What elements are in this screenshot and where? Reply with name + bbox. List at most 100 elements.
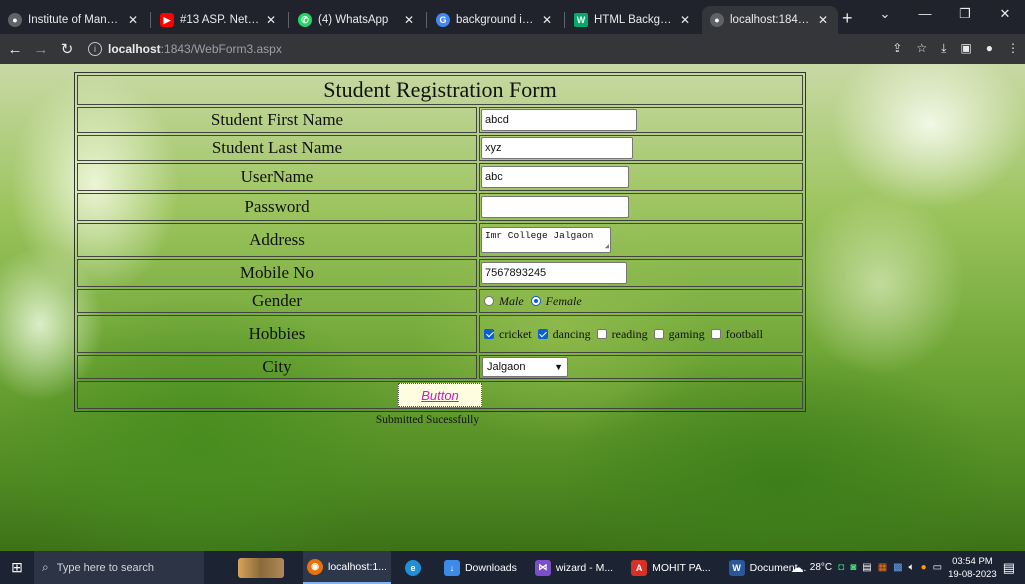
tray-app-icon[interactable]: ● xyxy=(921,562,927,573)
globe-icon: ● xyxy=(710,13,724,27)
hobbies-row: Hobbies cricket dancing reading gaming f… xyxy=(77,315,803,353)
browser-tab[interactable]: ▶ #13 ASP. Net AdRotat ✕ xyxy=(152,6,286,34)
chevron-down-icon: ▼ xyxy=(554,362,563,372)
address-textarea[interactable]: Imr College Jalgaon ◢ xyxy=(481,227,611,253)
password-label: Password xyxy=(77,193,477,221)
taskbar-item-downloads[interactable]: ↓ Downloads xyxy=(440,551,521,584)
last-name-input[interactable]: xyz xyxy=(481,137,633,159)
first-name-label: Student First Name xyxy=(77,107,477,133)
back-arrow-icon[interactable]: ← xyxy=(4,41,26,58)
browser-tab[interactable]: ✆ (4) WhatsApp ✕ xyxy=(290,6,424,34)
windows-start-icon[interactable]: ⊞ xyxy=(0,559,34,576)
gender-row: Gender Male Female xyxy=(77,289,803,313)
system-tray: ☁ 28°C ◘ ◙ ▤ ▦ ▩ 🔈︎ ● ▭ 03:54 PM 19-08-2… xyxy=(791,551,1015,584)
weather-temperature[interactable]: 28°C xyxy=(810,562,832,573)
gender-male-label[interactable]: Male xyxy=(499,294,524,309)
sidepanel-icon[interactable]: ▣ xyxy=(960,41,971,56)
tray-app-icon[interactable]: ◘ xyxy=(838,562,844,573)
taskbar-widget-image[interactable] xyxy=(234,551,293,584)
username-label: UserName xyxy=(77,163,477,191)
forward-arrow-icon[interactable]: → xyxy=(30,41,52,58)
resize-grip-icon[interactable]: ◢ xyxy=(605,244,609,251)
close-icon[interactable]: ✕ xyxy=(264,13,278,27)
window-controls: ⌄ — ❐ ✕ xyxy=(865,6,1025,22)
volume-icon[interactable]: 🔈︎ xyxy=(909,562,915,573)
tray-app-icon[interactable]: ◙ xyxy=(850,562,856,573)
gaming-label[interactable]: gaming xyxy=(669,327,705,342)
mobile-input[interactable]: 7567893245 xyxy=(481,262,627,284)
dancing-label[interactable]: dancing xyxy=(553,327,591,342)
address-row: Address Imr College Jalgaon ◢ xyxy=(77,223,803,257)
username-row: UserName abc xyxy=(77,163,803,191)
windows-taskbar: ⊞ ⌕ Type here to search ◉ localhost:1...… xyxy=(0,551,1025,584)
first-name-input[interactable]: abcd xyxy=(481,109,637,131)
taskbar-item-label: localhost:1... xyxy=(328,560,387,573)
hobbies-checkbox-group: cricket dancing reading gaming football xyxy=(484,327,763,342)
taskbar-search[interactable]: ⌕ Type here to search xyxy=(34,551,204,584)
tray-app-icon[interactable]: ▤ xyxy=(862,562,871,573)
taskbar-item-edge[interactable]: e xyxy=(401,551,430,584)
gender-female-label[interactable]: Female xyxy=(546,294,582,309)
first-name-row: Student First Name abcd xyxy=(77,107,803,133)
menu-icon[interactable]: ⋮ xyxy=(1007,41,1019,56)
form-title-row: Student Registration Form xyxy=(77,75,803,105)
news-widget-icon xyxy=(238,557,284,578)
browser-tab[interactable]: ● Institute of Manageme ✕ xyxy=(0,6,148,34)
chevron-down-icon[interactable]: ⌄ xyxy=(865,6,905,22)
minimize-button[interactable]: — xyxy=(905,6,945,22)
visual-studio-icon: ⋈ xyxy=(534,559,551,576)
hobbies-label: Hobbies xyxy=(77,315,477,353)
close-icon[interactable]: ✕ xyxy=(402,13,416,27)
gender-male-radio[interactable] xyxy=(484,296,494,306)
window-close-button[interactable]: ✕ xyxy=(985,6,1025,22)
taskbar-item-visual-studio[interactable]: ⋈ wizard - M... xyxy=(531,551,617,584)
cricket-checkbox[interactable] xyxy=(484,329,494,339)
taskbar-clock[interactable]: 03:54 PM 19-08-2023 xyxy=(948,555,997,581)
registration-form-table: Student Registration Form Student First … xyxy=(74,72,806,412)
password-input[interactable] xyxy=(481,196,629,218)
clock-date: 19-08-2023 xyxy=(948,568,997,580)
notification-icon[interactable]: ▤ xyxy=(1003,560,1015,576)
dancing-checkbox[interactable] xyxy=(537,329,548,339)
gender-female-radio[interactable] xyxy=(530,296,541,306)
info-icon[interactable]: i xyxy=(88,42,102,56)
download-icon[interactable]: ⤓ xyxy=(941,41,946,56)
weather-cloud-icon[interactable]: ☁ xyxy=(791,560,804,576)
tray-app-icon[interactable]: ▦ xyxy=(878,562,887,573)
address-bar[interactable]: i localhost :1843/WebForm3.aspx xyxy=(88,39,868,59)
button-row: Button xyxy=(77,381,803,409)
restore-button[interactable]: ❐ xyxy=(945,6,985,22)
taskbar-item-chrome[interactable]: ◉ localhost:1... xyxy=(303,551,391,584)
close-icon[interactable]: ✕ xyxy=(678,13,692,27)
football-checkbox[interactable] xyxy=(710,329,721,339)
password-row: Password xyxy=(77,193,803,221)
reading-label[interactable]: reading xyxy=(612,327,648,342)
browser-tab-strip: ● Institute of Manageme ✕ ▶ #13 ASP. Net… xyxy=(0,0,1025,34)
city-select[interactable]: Jalgaon ▼ xyxy=(482,357,568,377)
network-icon[interactable]: ▭ xyxy=(933,562,942,573)
close-icon[interactable]: ✕ xyxy=(126,13,140,27)
download-arrow-icon: ↓ xyxy=(443,559,460,576)
browser-tab[interactable]: W HTML Background Im ✕ xyxy=(566,6,700,34)
star-icon[interactable]: ☆ xyxy=(916,41,927,56)
browser-tab-active[interactable]: ● localhost:1843/WebFo ✕ xyxy=(702,6,838,34)
tray-app-icon[interactable]: ▩ xyxy=(893,562,902,573)
taskbar-item-label: Downloads xyxy=(464,561,517,574)
taskbar-item-pdf[interactable]: A MOHIT PA... xyxy=(627,551,715,584)
submit-button[interactable]: Button xyxy=(398,383,482,407)
address-text: Imr College Jalgaon xyxy=(485,230,594,241)
football-label[interactable]: football xyxy=(726,327,763,342)
browser-tab[interactable]: G background images fo ✕ xyxy=(428,6,562,34)
new-tab-button[interactable]: + xyxy=(842,8,853,29)
close-icon[interactable]: ✕ xyxy=(816,13,830,27)
gaming-checkbox[interactable] xyxy=(653,329,664,339)
reload-icon[interactable]: ↻ xyxy=(56,40,78,58)
profile-icon[interactable]: ● xyxy=(986,41,993,56)
share-icon[interactable]: ⇪ xyxy=(892,41,902,56)
toolbar-actions: ⇪ ☆ ⤓ ▣ ● ⋮ xyxy=(892,41,1019,56)
taskbar-item-label: MOHIT PA... xyxy=(652,561,711,574)
close-icon[interactable]: ✕ xyxy=(540,13,554,27)
cricket-label[interactable]: cricket xyxy=(499,327,532,342)
reading-checkbox[interactable] xyxy=(596,329,607,339)
username-input[interactable]: abc xyxy=(481,166,629,188)
